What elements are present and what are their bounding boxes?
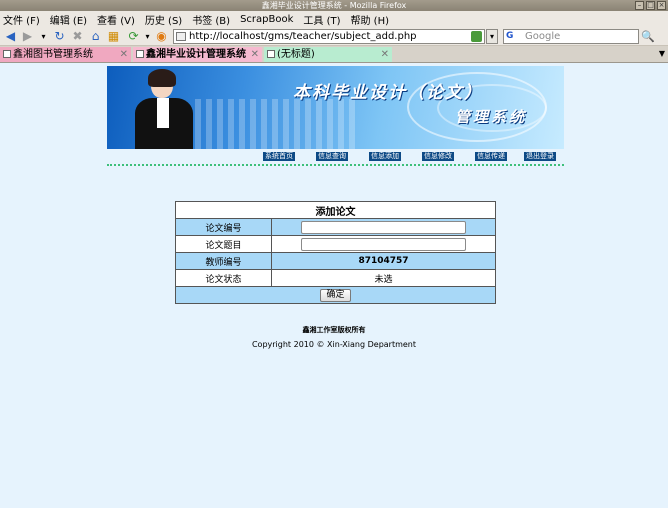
nav-query[interactable]: 信息查询 — [316, 152, 348, 161]
close-tab-icon[interactable]: ✕ — [251, 47, 259, 62]
teacher-id-label: 教师编号 — [175, 252, 272, 270]
home-icon[interactable]: ⌂ — [88, 29, 103, 44]
address-text: http://localhost/gms/teacher/subject_add… — [189, 31, 417, 42]
thesis-title-label: 论文题目 — [175, 235, 272, 253]
address-bar[interactable]: http://localhost/gms/teacher/subject_add… — [173, 29, 485, 44]
minimize-icon[interactable]: – — [635, 1, 644, 10]
menu-history[interactable]: 历史 (S) — [145, 12, 182, 27]
sync-icon[interactable]: ⟳ — [126, 29, 141, 44]
navigation-toolbar: ◀ ▶ ▾ ↻ ✖ ⌂ ▦ ⟳ ▾ ◉ http://localhost/gms… — [0, 27, 668, 46]
tab-list-icon[interactable]: ▼ — [659, 49, 665, 58]
go-icon[interactable] — [471, 31, 482, 42]
footer-copyright: Copyright 2010 © Xin-Xiang Department — [251, 340, 417, 349]
nav-modify[interactable]: 信息修改 — [422, 152, 454, 161]
banner-person-graphic — [131, 69, 195, 149]
nav-logout[interactable]: 退出登录 — [524, 152, 556, 161]
tab-label: 鑫湘图书管理系统 — [13, 49, 93, 60]
nav-home[interactable]: 系统首页 — [263, 152, 295, 161]
search-engine-icon[interactable]: G — [506, 31, 523, 42]
menu-bar: 文件 (F) 编辑 (E) 查看 (V) 历史 (S) 书签 (B) Scrap… — [0, 11, 668, 27]
apps-icon[interactable]: ▦ — [106, 29, 121, 44]
tab-favicon-icon — [3, 50, 11, 58]
window-controls: – □ × — [635, 1, 666, 10]
menu-file[interactable]: 文件 (F) — [3, 12, 40, 27]
menu-tools[interactable]: 工具 (T) — [303, 12, 340, 27]
thesis-id-input[interactable] — [301, 220, 466, 234]
back-icon[interactable]: ◀ — [3, 29, 18, 44]
tab-favicon-icon — [136, 50, 144, 58]
address-dropdown-icon[interactable]: ▾ — [486, 29, 498, 44]
menu-scrapbook[interactable]: ScrapBook — [240, 14, 293, 25]
history-dropdown-icon[interactable]: ▾ — [36, 29, 51, 44]
thesis-id-label: 论文编号 — [175, 218, 272, 236]
stop-icon[interactable]: ✖ — [70, 29, 85, 44]
thesis-id-cell — [271, 218, 496, 236]
menu-view[interactable]: 查看 (V) — [97, 12, 135, 27]
forward-icon[interactable]: ▶ — [20, 29, 35, 44]
tab-library-system[interactable]: 鑫湘图书管理系统 ✕ — [0, 47, 131, 62]
tab-untitled[interactable]: (无标题) ✕ — [264, 47, 392, 62]
submit-button[interactable]: 确定 — [320, 288, 351, 302]
banner-subtitle: 管理系统 — [455, 108, 528, 126]
tab-graduation-system[interactable]: 鑫湘毕业设计管理系统 ✕ — [133, 47, 262, 62]
banner-title: 本科毕业设计（论文） — [293, 83, 483, 103]
menu-edit[interactable]: 编辑 (E) — [50, 12, 87, 27]
thesis-title-input[interactable] — [301, 237, 466, 251]
menu-help[interactable]: 帮助 (H) — [350, 12, 389, 27]
tab-favicon-icon — [267, 50, 275, 58]
window-titlebar: 鑫湘毕业设计管理系统 - Mozilla Firefox – □ × — [0, 0, 668, 11]
submit-row: 确定 — [175, 286, 496, 304]
add-thesis-form: 添加论文 论文编号 论文题目 教师编号 87104757 论文状态 未选 确定 — [175, 201, 496, 304]
search-icon[interactable]: 🔍 — [641, 30, 655, 43]
tab-bar: 鑫湘图书管理系统 ✕ 鑫湘毕业设计管理系统 ✕ (无标题) ✕ ▼ — [0, 46, 668, 63]
nav-add[interactable]: 信息添加 — [369, 152, 401, 161]
search-input[interactable]: G Google — [503, 29, 639, 44]
window-title: 鑫湘毕业设计管理系统 - Mozilla Firefox — [261, 1, 407, 10]
thesis-title-cell — [271, 235, 496, 253]
maximize-icon[interactable]: □ — [646, 1, 655, 10]
thesis-status-label: 论文状态 — [175, 269, 272, 287]
banner-city-graphic — [195, 99, 355, 149]
search-placeholder: Google — [525, 31, 561, 42]
menu-bookmarks[interactable]: 书签 (B) — [192, 12, 230, 27]
form-title: 添加论文 — [175, 201, 496, 219]
teacher-id-value: 87104757 — [271, 252, 496, 270]
site-nav: 系统首页 信息查询 信息添加 信息修改 信息传递 退出登录 — [107, 149, 564, 166]
tab-label: (无标题) — [277, 49, 315, 60]
close-tab-icon[interactable]: ✕ — [381, 47, 389, 62]
close-icon[interactable]: × — [657, 1, 666, 10]
nav-message[interactable]: 信息传递 — [475, 152, 507, 161]
reload-icon[interactable]: ↻ — [52, 29, 67, 44]
rss-icon[interactable]: ◉ — [154, 29, 169, 44]
close-tab-icon[interactable]: ✕ — [120, 47, 128, 62]
site-banner: 本科毕业设计（论文） 管理系统 — [107, 66, 564, 149]
page-favicon — [176, 32, 186, 41]
footer-owner: 鑫湘工作室版权所有 — [302, 326, 366, 334]
sync-dropdown-icon[interactable]: ▾ — [140, 29, 155, 44]
tab-label: 鑫湘毕业设计管理系统 — [146, 49, 246, 60]
thesis-status-value: 未选 — [271, 269, 496, 287]
